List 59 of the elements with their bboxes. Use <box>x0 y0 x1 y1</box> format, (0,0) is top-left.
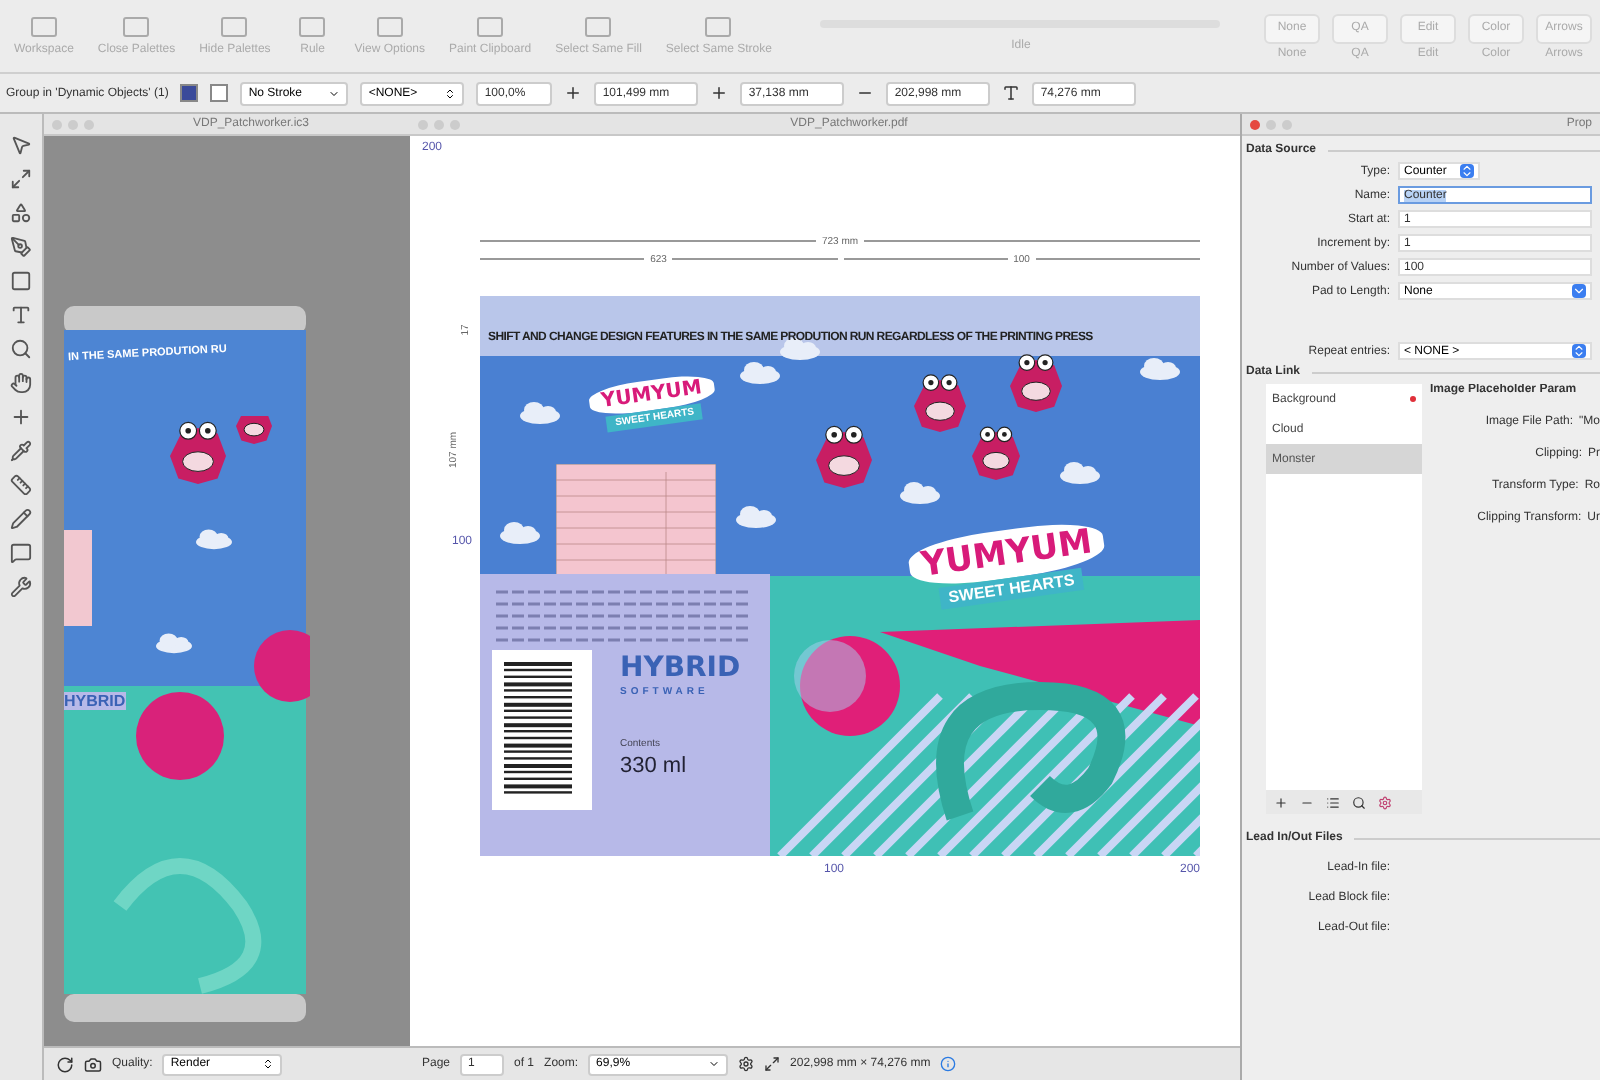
cloud-drawing <box>196 529 232 550</box>
tool-icon <box>472 16 509 38</box>
cloud-drawing <box>740 362 780 384</box>
rectangle-icon[interactable] <box>10 270 32 292</box>
chevron-down-icon <box>1572 284 1586 298</box>
volume-text: 330 ml <box>620 754 689 778</box>
pen-icon[interactable] <box>10 236 32 258</box>
tool-icon <box>294 16 331 38</box>
cloud-drawing <box>900 482 940 504</box>
stroke-swatch[interactable] <box>210 84 229 102</box>
text-icon[interactable] <box>10 304 32 326</box>
stepper-icon <box>1572 344 1586 358</box>
tool-icon <box>700 16 737 38</box>
chevron-down-icon <box>328 87 341 99</box>
wrench-icon[interactable] <box>10 576 32 598</box>
position-icon <box>710 84 729 102</box>
cloud-drawing <box>1140 358 1180 380</box>
monster-drawing <box>914 374 966 432</box>
settings-icon[interactable] <box>738 1056 755 1072</box>
cloud-drawing <box>500 522 540 544</box>
info-icon[interactable] <box>940 1056 957 1072</box>
position-icon <box>564 84 583 102</box>
tool-icon <box>371 16 408 38</box>
pencil-icon[interactable] <box>10 508 32 530</box>
monster-drawing <box>236 416 272 444</box>
cloud-drawing <box>520 402 560 424</box>
cloud-drawing <box>156 633 192 654</box>
tool-icon <box>25 16 62 38</box>
monster-drawing <box>972 426 1020 480</box>
chevron-down-icon <box>708 1058 721 1070</box>
search-icon[interactable] <box>10 338 32 360</box>
cloud-drawing <box>736 506 776 528</box>
eyedropper-icon[interactable] <box>10 440 32 462</box>
plus-icon[interactable] <box>10 406 32 428</box>
can-logo-text: HYBRID <box>64 692 126 710</box>
search-icon[interactable] <box>1352 795 1366 809</box>
camera-icon[interactable] <box>84 1055 102 1073</box>
cloud-drawing <box>780 338 820 360</box>
resize-icon[interactable] <box>10 168 32 190</box>
cloud-drawing <box>1060 462 1100 484</box>
monster-drawing <box>816 425 872 488</box>
hand-icon[interactable] <box>10 372 32 394</box>
pointer-icon[interactable] <box>10 134 32 156</box>
fit-icon[interactable] <box>764 1056 781 1072</box>
company-logo-text: HYBRID <box>620 654 743 682</box>
tool-icon <box>118 16 155 38</box>
tool-icon <box>216 16 253 38</box>
add-icon[interactable] <box>1274 795 1288 809</box>
height-icon <box>1002 84 1021 102</box>
ruler-icon[interactable] <box>10 474 32 496</box>
monster-drawing <box>170 421 226 484</box>
fill-swatch[interactable] <box>180 84 199 102</box>
tool-icon <box>580 16 617 38</box>
shapes-icon[interactable] <box>10 202 32 224</box>
monster-drawing <box>1010 354 1062 412</box>
stepper-icon <box>1460 164 1474 178</box>
rotate-icon[interactable] <box>56 1055 74 1073</box>
list-icon[interactable] <box>1326 795 1340 809</box>
comment-icon[interactable] <box>10 542 32 564</box>
